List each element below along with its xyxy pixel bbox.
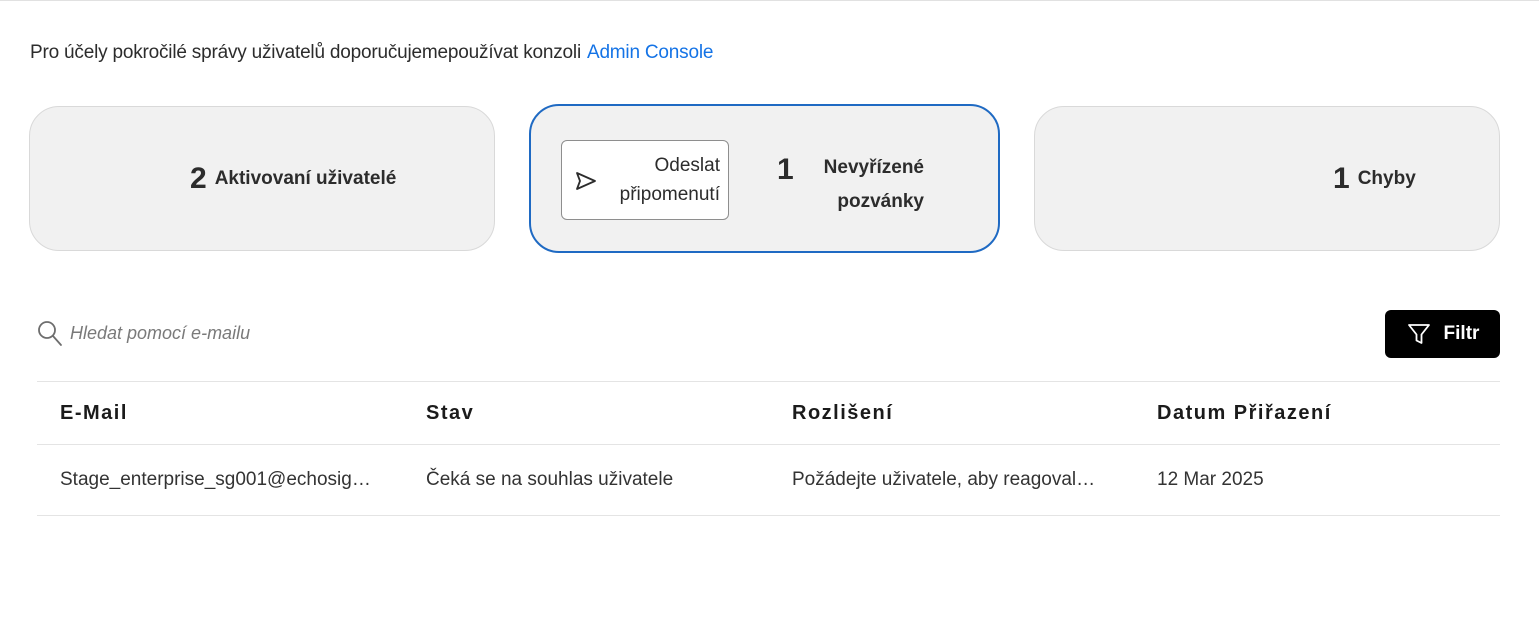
send-reminder-label: Odeslat připomenutí	[620, 151, 720, 209]
column-header-resolution[interactable]: Rozlišení	[792, 382, 893, 444]
send-reminder-label-line2: připomenutí	[619, 184, 720, 205]
column-header-status[interactable]: Stav	[426, 382, 474, 444]
errors-stat: 1 Chyby	[1333, 162, 1416, 196]
errors-card[interactable]: 1 Chyby	[1034, 106, 1500, 251]
activated-users-stat: 2 Aktivovaní uživatelé	[190, 162, 396, 196]
cell-assigned-date: 12 Mar 2025	[1157, 469, 1264, 490]
table-row[interactable]: Stage_enterprise_sg001@echosig… Čeká se …	[37, 445, 1500, 515]
pending-invitations-label: Nevyřízené pozvánky	[806, 151, 924, 219]
pending-invitations-label-line2: pozvánky	[837, 191, 924, 212]
cell-email: Stage_enterprise_sg001@echosig…	[60, 469, 371, 490]
filter-funnel-icon	[1407, 324, 1430, 344]
search-input[interactable]	[70, 322, 370, 344]
filter-button[interactable]: Filtr	[1385, 310, 1500, 358]
top-divider	[0, 0, 1539, 1]
admin-console-link[interactable]: Admin Console	[587, 42, 713, 63]
errors-count: 1	[1333, 162, 1350, 195]
users-table: E-Mail Stav Rozlišení Datum Přiřazení St…	[37, 381, 1500, 516]
cell-status: Čeká se na souhlas uživatele	[426, 469, 674, 490]
email-search	[36, 318, 370, 348]
send-icon	[576, 172, 596, 190]
column-header-assigned-date[interactable]: Datum Přiřazení	[1157, 382, 1332, 444]
pending-invitations-card[interactable]: Odeslat připomenutí 1 Nevyřízené pozvánk…	[529, 104, 1000, 253]
search-icon	[38, 321, 62, 346]
admin-console-notice: Pro účely pokročilé správy uživatelů dop…	[30, 42, 713, 64]
send-reminder-button[interactable]: Odeslat připomenutí	[561, 140, 729, 220]
send-reminder-label-line1: Odeslat	[654, 155, 720, 176]
table-header-row: E-Mail Stav Rozlišení Datum Přiřazení	[37, 382, 1500, 444]
activated-users-count: 2	[190, 162, 207, 195]
filter-label: Filtr	[1443, 323, 1480, 344]
activated-users-label: Aktivovaní uživatelé	[214, 168, 397, 189]
pending-invitations-count: 1	[777, 153, 794, 186]
activated-users-card[interactable]: 2 Aktivovaní uživatelé	[29, 106, 495, 251]
column-header-email[interactable]: E-Mail	[60, 382, 128, 444]
pending-invitations-label-line1: Nevyřízené	[823, 157, 924, 178]
notice-text: Pro účely pokročilé správy uživatelů dop…	[30, 42, 581, 63]
cell-resolution: Požádejte uživatele, aby reagoval…	[792, 469, 1096, 490]
table-bottom-divider	[37, 515, 1500, 516]
errors-label: Chyby	[1357, 168, 1416, 189]
